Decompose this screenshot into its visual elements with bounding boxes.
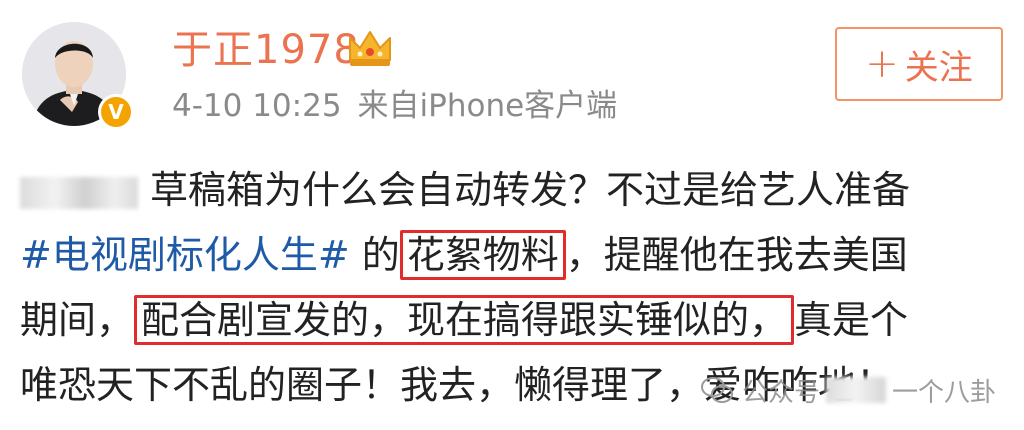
highlight-box: 配合剧宣发的，现在搞得跟实锤似的， xyxy=(134,295,795,345)
plus-icon: + xyxy=(865,41,899,87)
post-line: 草稿箱为什么会自动转发？不过是给艺人准备 xyxy=(20,158,1010,223)
post-source: 来自iPhone客户端 xyxy=(357,88,618,124)
post-text: 真是个 xyxy=(794,298,909,342)
post-text: 草稿箱为什么会自动转发？不过是给艺人准备 xyxy=(150,168,911,212)
post-text: 的 xyxy=(349,233,400,277)
follow-button[interactable]: + 关注 xyxy=(835,27,1003,101)
post-line: #电视剧标化人生# 的花絮物料 ，提醒他在我去美国 xyxy=(20,223,1010,288)
verified-v-icon: V xyxy=(101,97,131,127)
blurred-mention xyxy=(20,176,138,209)
highlight-box: 花絮物料 xyxy=(399,230,566,280)
follow-label: 关注 xyxy=(904,47,973,88)
post-text: ，提醒他在我去美国 xyxy=(565,233,908,277)
post-meta: 4-10 10:25 来自iPhone客户端 xyxy=(172,86,617,126)
crown-icon[interactable] xyxy=(346,26,394,70)
post-time: 4-10 10:25 xyxy=(172,88,342,124)
watermark-prefix: 公众号 xyxy=(742,377,821,408)
post-line: 期间， 配合剧宣发的，现在搞得跟实锤似的， 真是个 xyxy=(20,288,1010,353)
watermark-suffix: 一个八卦 xyxy=(892,377,997,408)
watermark-blur xyxy=(826,377,887,403)
post-text: 期间， xyxy=(20,298,135,342)
username[interactable]: 于正1978 xyxy=(172,26,360,74)
wechat-watermark-icon xyxy=(701,377,733,403)
watermark: 公众号 一个八卦 xyxy=(700,370,996,410)
hashtag-link[interactable]: #电视剧标化人生# xyxy=(20,233,350,277)
verified-badge: V xyxy=(98,94,134,130)
